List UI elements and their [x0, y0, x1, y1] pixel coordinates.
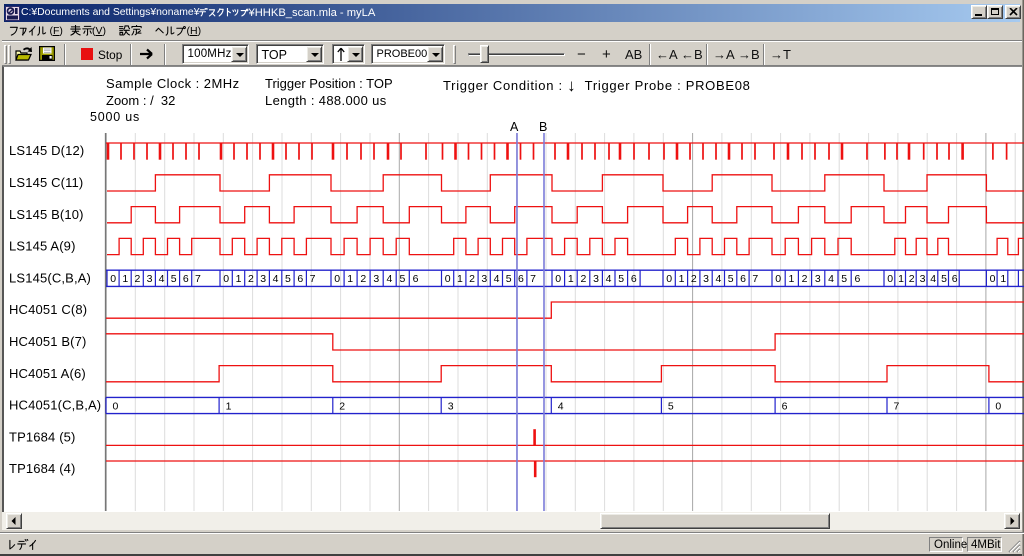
svg-text:0: 0 [445, 273, 451, 285]
svg-text:TP1684 (4): TP1684 (4) [9, 461, 76, 476]
svg-text:HC4051 B(7): HC4051 B(7) [9, 334, 87, 349]
svg-text:0: 0 [555, 273, 561, 285]
svg-text:0: 0 [887, 273, 893, 285]
svg-text:3: 3 [448, 400, 454, 412]
svg-text:4: 4 [930, 273, 936, 285]
svg-text:TP1684 (5): TP1684 (5) [9, 429, 76, 444]
svg-text:6: 6 [952, 273, 958, 285]
svg-text:4: 4 [828, 273, 834, 285]
svg-text:LS145(C,B,A): LS145(C,B,A) [9, 270, 91, 285]
svg-text:1: 1 [568, 273, 574, 285]
svg-text:0: 0 [113, 400, 119, 412]
svg-text:1: 1 [457, 273, 463, 285]
svg-text:5: 5 [841, 273, 847, 285]
svg-text:3: 3 [703, 273, 709, 285]
svg-text:5: 5 [399, 273, 405, 285]
svg-text:1: 1 [788, 273, 794, 285]
svg-text:LS145 C(11): LS145 C(11) [9, 175, 83, 190]
svg-text:2: 2 [469, 273, 475, 285]
svg-text:4: 4 [159, 273, 165, 285]
svg-text:1: 1 [236, 273, 242, 285]
svg-text:7: 7 [530, 273, 536, 285]
svg-text:3: 3 [815, 273, 821, 285]
svg-text:3: 3 [373, 273, 379, 285]
svg-text:6: 6 [740, 273, 746, 285]
svg-text:5: 5 [171, 273, 177, 285]
svg-text:2: 2 [134, 273, 140, 285]
svg-text:4: 4 [715, 273, 721, 285]
svg-text:1: 1 [679, 273, 685, 285]
svg-text:2: 2 [909, 273, 915, 285]
svg-text:0: 0 [110, 273, 116, 285]
svg-text:4: 4 [273, 273, 279, 285]
svg-text:6: 6 [631, 273, 637, 285]
svg-text:7: 7 [752, 273, 758, 285]
svg-text:5: 5 [618, 273, 624, 285]
svg-text:6: 6 [183, 273, 189, 285]
svg-text:1: 1 [122, 273, 128, 285]
svg-text:3: 3 [593, 273, 599, 285]
svg-text:7: 7 [310, 273, 316, 285]
svg-text:3: 3 [481, 273, 487, 285]
svg-text:6: 6 [518, 273, 524, 285]
svg-text:0: 0 [995, 400, 1001, 412]
svg-text:0: 0 [334, 273, 340, 285]
svg-text:6: 6 [413, 273, 419, 285]
svg-text:LS145 D(12): LS145 D(12) [9, 143, 84, 158]
svg-text:HC4051 C(8): HC4051 C(8) [9, 302, 87, 317]
svg-text:7: 7 [195, 273, 201, 285]
svg-text:1: 1 [898, 273, 904, 285]
svg-text:5: 5 [285, 273, 291, 285]
svg-text:LS145 B(10): LS145 B(10) [9, 207, 84, 222]
svg-text:HC4051 A(6): HC4051 A(6) [9, 366, 86, 381]
svg-text:2: 2 [248, 273, 254, 285]
svg-text:2: 2 [691, 273, 697, 285]
svg-text:5: 5 [728, 273, 734, 285]
svg-text:LS145 A(9): LS145 A(9) [9, 239, 76, 254]
svg-text:2: 2 [360, 273, 366, 285]
svg-text:0: 0 [223, 273, 229, 285]
svg-text:5: 5 [941, 273, 947, 285]
svg-text:HC4051(C,B,A): HC4051(C,B,A) [9, 398, 101, 413]
svg-text:4: 4 [606, 273, 612, 285]
svg-text:3: 3 [147, 273, 153, 285]
svg-text:6: 6 [854, 273, 860, 285]
svg-text:7: 7 [894, 400, 900, 412]
svg-text:2: 2 [339, 400, 345, 412]
svg-text:3: 3 [920, 273, 926, 285]
svg-text:6: 6 [782, 400, 788, 412]
svg-text:0: 0 [666, 273, 672, 285]
svg-text:6: 6 [297, 273, 303, 285]
svg-text:1: 1 [347, 273, 353, 285]
svg-text:1: 1 [1000, 273, 1006, 285]
svg-text:0: 0 [990, 273, 996, 285]
svg-text:4: 4 [494, 273, 500, 285]
svg-text:2: 2 [580, 273, 586, 285]
svg-text:5: 5 [506, 273, 512, 285]
svg-text:3: 3 [260, 273, 266, 285]
svg-text:4: 4 [558, 400, 564, 412]
svg-text:1: 1 [226, 400, 232, 412]
svg-text:5: 5 [668, 400, 674, 412]
svg-text:0: 0 [775, 273, 781, 285]
svg-text:4: 4 [386, 273, 392, 285]
svg-text:2: 2 [802, 273, 808, 285]
